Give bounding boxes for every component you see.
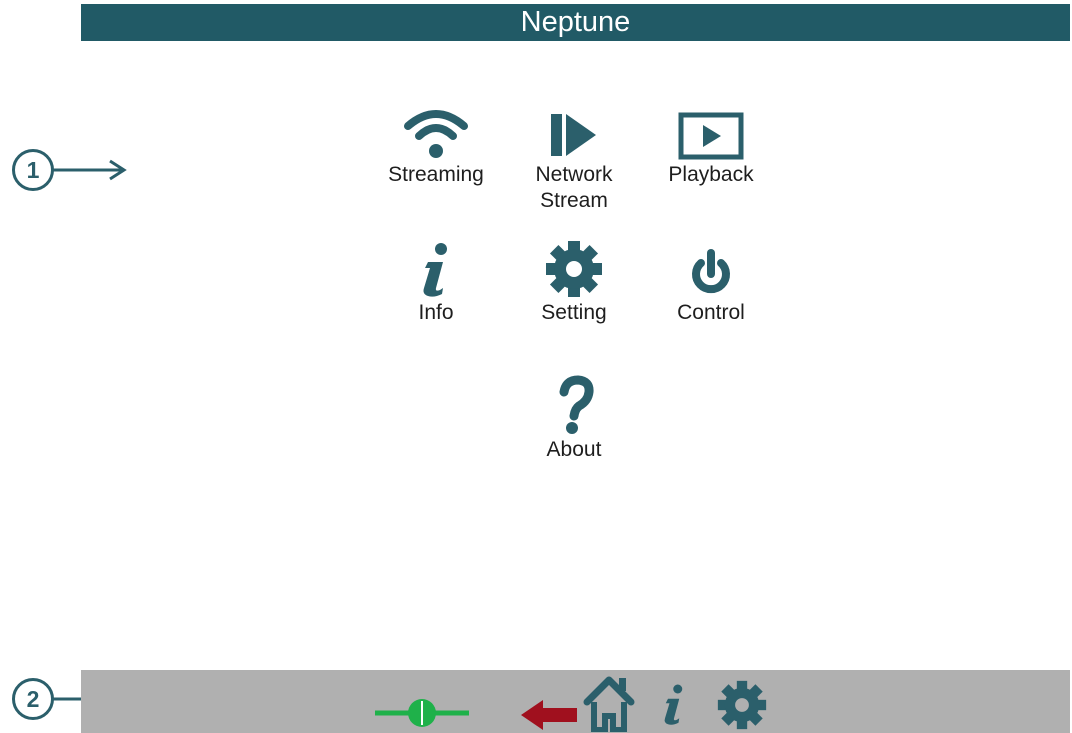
menu-label: Setting xyxy=(541,301,607,324)
back-arrow-icon[interactable] xyxy=(521,700,577,730)
gear-icon xyxy=(546,241,602,297)
home-icon[interactable] xyxy=(583,674,635,732)
menu-item-network-stream[interactable]: Network Stream xyxy=(509,102,639,214)
callout-number: 2 xyxy=(12,678,54,720)
menu-item-setting[interactable]: Setting xyxy=(509,240,639,326)
app-title-bar: Neptune xyxy=(81,4,1070,41)
menu-item-control[interactable]: Control xyxy=(646,240,776,326)
app-title: Neptune xyxy=(520,6,631,38)
question-icon xyxy=(559,375,594,434)
menu-item-about[interactable]: About xyxy=(509,375,639,463)
menu-item-info[interactable]: Info xyxy=(371,240,501,326)
menu-label: Playback xyxy=(668,163,754,186)
info-icon xyxy=(423,243,447,297)
callout-arrow-icon xyxy=(52,159,127,181)
gear-icon[interactable] xyxy=(717,680,767,730)
power-icon xyxy=(692,249,730,294)
menu-label: Control xyxy=(677,301,745,324)
menu-item-streaming[interactable]: Streaming xyxy=(371,102,501,188)
menu-label: About xyxy=(546,438,602,461)
info-icon[interactable] xyxy=(659,676,689,732)
connection-status-icon[interactable] xyxy=(375,682,469,728)
wifi-icon xyxy=(404,110,468,158)
bottom-toolbar xyxy=(81,670,1070,733)
menu-item-playback[interactable]: Playback xyxy=(646,102,776,188)
playback-icon xyxy=(678,112,744,160)
callout-number: 1 xyxy=(12,149,54,191)
menu-label: Network Stream xyxy=(535,163,613,212)
menu-label: Info xyxy=(418,301,454,324)
network-stream-icon xyxy=(551,114,596,156)
menu-label: Streaming xyxy=(388,163,484,186)
